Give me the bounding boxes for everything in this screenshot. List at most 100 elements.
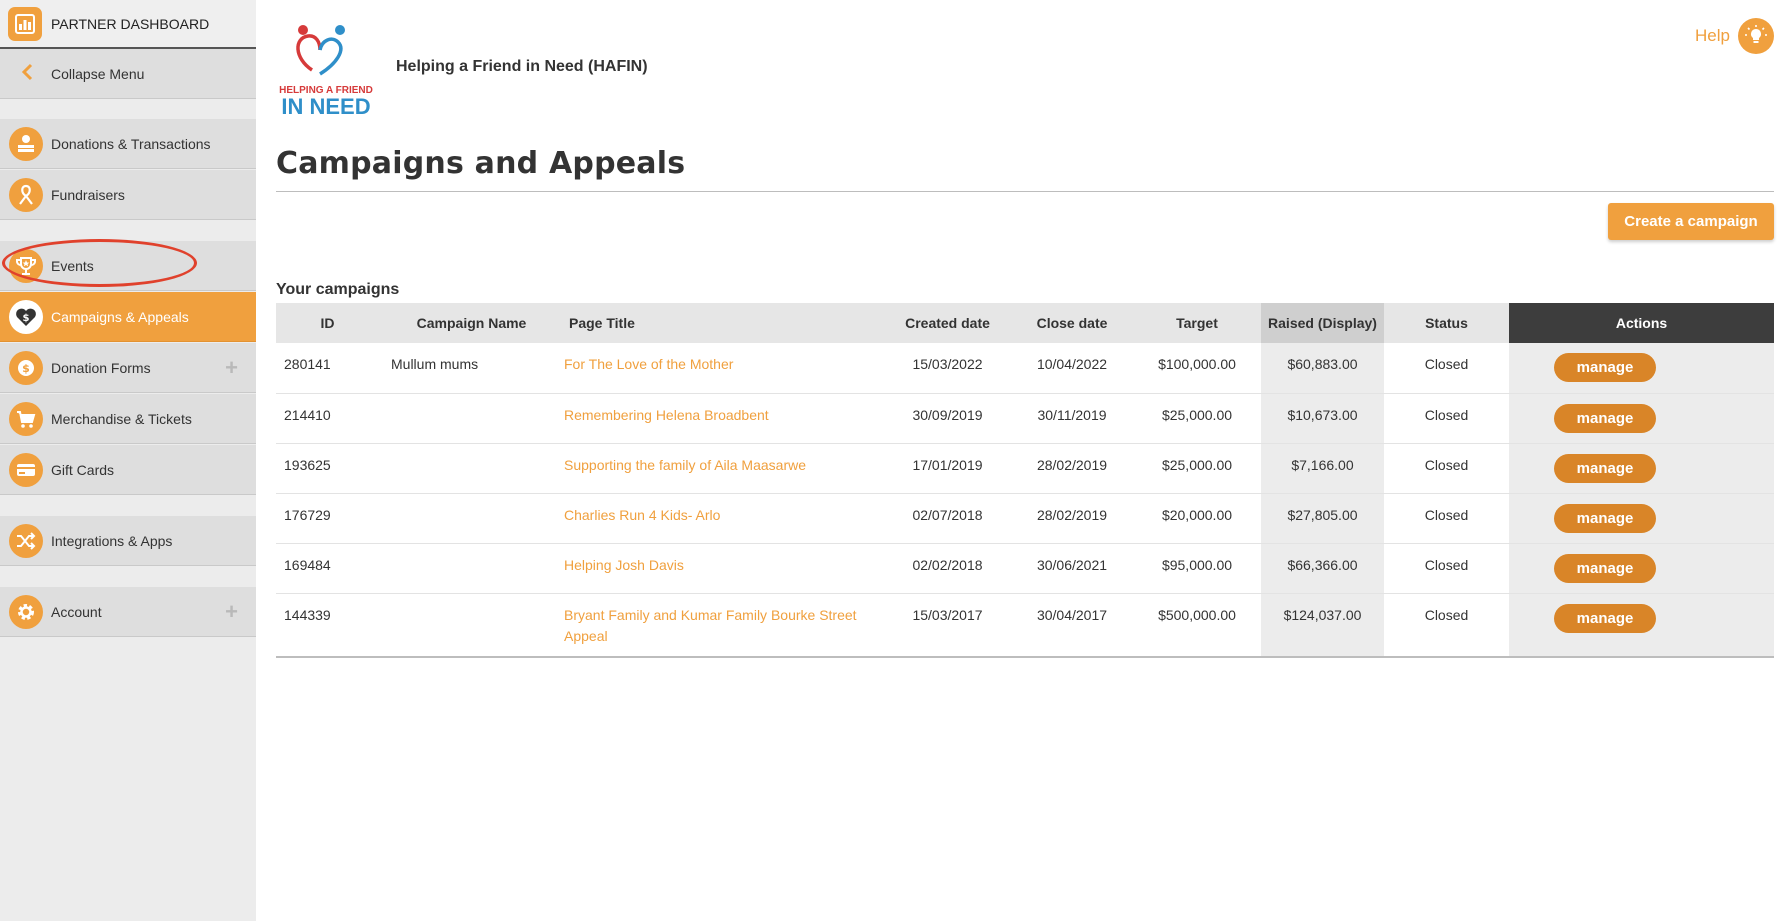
cell-raised: $60,883.00 [1261, 343, 1384, 394]
trophy-icon [9, 248, 43, 283]
cell-target: $95,000.00 [1133, 543, 1261, 594]
page-title-link[interactable]: Bryant Family and Kumar Family Bourke St… [564, 593, 884, 658]
lightbulb-icon [1738, 18, 1774, 54]
manage-button[interactable]: manage [1554, 503, 1656, 533]
cell-target: $500,000.00 [1133, 593, 1261, 658]
title-divider [276, 191, 1774, 192]
sidebar-item-merchandise-tickets[interactable]: Merchandise & Tickets [0, 394, 256, 444]
cell-close-date: 28/02/2019 [1011, 443, 1133, 494]
sidebar-item-label: Account [51, 603, 102, 620]
cell-raised: $7,166.00 [1261, 443, 1384, 494]
cell-status: Closed [1384, 593, 1509, 658]
page-title-link[interactable]: For The Love of the Mother [564, 343, 884, 394]
svg-text:$: $ [22, 362, 30, 375]
cell-campaign-name [379, 393, 564, 444]
sidebar-item-label: Campaigns & Appeals [51, 308, 189, 325]
manage-button[interactable]: manage [1554, 353, 1656, 382]
table-row: 193625 Supporting the family of Aila Maa… [276, 443, 1774, 494]
cell-created-date: 02/07/2018 [884, 493, 1011, 544]
manage-button[interactable]: manage [1554, 453, 1656, 483]
expand-plus-icon[interactable]: + [225, 356, 238, 379]
partner-dashboard-header[interactable]: PARTNER DASHBOARD [0, 0, 256, 49]
column-header-page-title[interactable]: Page Title [564, 303, 884, 343]
column-header-close-date[interactable]: Close date [1011, 303, 1133, 343]
column-header-target[interactable]: Target [1133, 303, 1261, 343]
cell-status: Closed [1384, 543, 1509, 594]
cell-campaign-name [379, 443, 564, 494]
expand-plus-icon[interactable]: + [225, 600, 238, 623]
section-label: Your campaigns [276, 281, 400, 298]
manage-button[interactable]: manage [1554, 403, 1656, 433]
heart-dollar-icon: $ [9, 299, 43, 334]
organization-name: Helping a Friend in Need (HAFIN) [396, 58, 648, 75]
cell-status: Closed [1384, 393, 1509, 444]
page-title: Campaigns and Appeals [276, 146, 686, 181]
cell-created-date: 30/09/2019 [884, 393, 1011, 444]
cell-close-date: 30/06/2021 [1011, 543, 1133, 594]
sidebar-item-integrations-apps[interactable]: Integrations & Apps [0, 516, 256, 566]
table-row: 144339 Bryant Family and Kumar Family Bo… [276, 593, 1774, 658]
cell-id: 176729 [276, 493, 379, 544]
column-header-status[interactable]: Status [1384, 303, 1509, 343]
cell-actions: manage [1509, 593, 1774, 658]
cell-close-date: 30/11/2019 [1011, 393, 1133, 444]
cell-raised: $10,673.00 [1261, 393, 1384, 444]
main-content: HELPING A FRIEND IN NEED Helping a Frien… [256, 0, 1792, 921]
cell-id: 280141 [276, 343, 379, 394]
sidebar-item-label: Integrations & Apps [51, 532, 173, 549]
cell-id: 169484 [276, 543, 379, 594]
table-row: 169484 Helping Josh Davis 02/02/2018 30/… [276, 543, 1774, 594]
gear-icon [9, 594, 43, 629]
column-header-raised[interactable]: Raised (Display) [1261, 303, 1384, 343]
sidebar-item-label: Donations & Transactions [51, 135, 211, 152]
cell-campaign-name [379, 543, 564, 594]
column-header-created-date[interactable]: Created date [884, 303, 1011, 343]
cell-target: $100,000.00 [1133, 343, 1261, 394]
table-header-row: ID Campaign Name Page Title Created date… [276, 303, 1774, 343]
chevron-left-icon [20, 61, 34, 87]
cell-raised: $66,366.00 [1261, 543, 1384, 594]
sidebar-item-donation-forms[interactable]: $ Donation Forms + [0, 343, 256, 393]
page-title-link[interactable]: Supporting the family of Aila Maasarwe [564, 443, 884, 494]
manage-button[interactable]: manage [1554, 553, 1656, 583]
cell-status: Closed [1384, 443, 1509, 494]
sidebar-item-label: Events [51, 257, 94, 274]
cell-created-date: 17/01/2019 [884, 443, 1011, 494]
cell-created-date: 15/03/2017 [884, 593, 1011, 658]
cell-id: 193625 [276, 443, 379, 494]
cell-raised: $27,805.00 [1261, 493, 1384, 544]
cell-close-date: 28/02/2019 [1011, 493, 1133, 544]
cell-status: Closed [1384, 493, 1509, 544]
sidebar-item-campaigns-appeals[interactable]: $ Campaigns & Appeals [0, 292, 256, 342]
table-row: 214410 Remembering Helena Broadbent 30/0… [276, 393, 1774, 444]
column-header-id[interactable]: ID [276, 303, 379, 343]
donations-icon [9, 126, 43, 161]
page-title-link[interactable]: Helping Josh Davis [564, 543, 884, 594]
page-title-link[interactable]: Remembering Helena Broadbent [564, 393, 884, 444]
manage-button[interactable]: manage [1554, 603, 1656, 633]
sidebar-item-fundraisers[interactable]: Fundraisers [0, 170, 256, 220]
create-campaign-button[interactable]: Create a campaign [1608, 203, 1774, 240]
sidebar-item-label: Gift Cards [51, 461, 115, 478]
ribbon-icon [9, 177, 43, 212]
cell-target: $25,000.00 [1133, 443, 1261, 494]
sidebar-item-account[interactable]: Account + [0, 587, 256, 637]
bar-chart-icon [8, 6, 42, 41]
sidebar-item-gift-cards[interactable]: Gift Cards [0, 445, 256, 495]
sidebar-item-label: Fundraisers [51, 186, 125, 203]
hafin-logo: HELPING A FRIEND IN NEED [276, 20, 376, 119]
collapse-menu-button[interactable]: Collapse Menu [0, 49, 256, 99]
column-header-campaign-name[interactable]: Campaign Name [379, 303, 564, 343]
cell-close-date: 10/04/2022 [1011, 343, 1133, 394]
sidebar: PARTNER DASHBOARD Collapse Menu Donation… [0, 0, 256, 921]
collapse-menu-label: Collapse Menu [51, 65, 145, 82]
sidebar-item-donations-transactions[interactable]: Donations & Transactions [0, 119, 256, 169]
campaigns-table: ID Campaign Name Page Title Created date… [276, 303, 1774, 658]
coin-icon: $ [9, 350, 43, 385]
page-title-link[interactable]: Charlies Run 4 Kids- Arlo [564, 493, 884, 544]
cell-status: Closed [1384, 343, 1509, 394]
cell-actions: manage [1509, 493, 1774, 544]
svg-text:$: $ [23, 313, 30, 324]
help-button[interactable]: Help [1695, 18, 1774, 54]
sidebar-item-events[interactable]: Events [0, 241, 256, 291]
